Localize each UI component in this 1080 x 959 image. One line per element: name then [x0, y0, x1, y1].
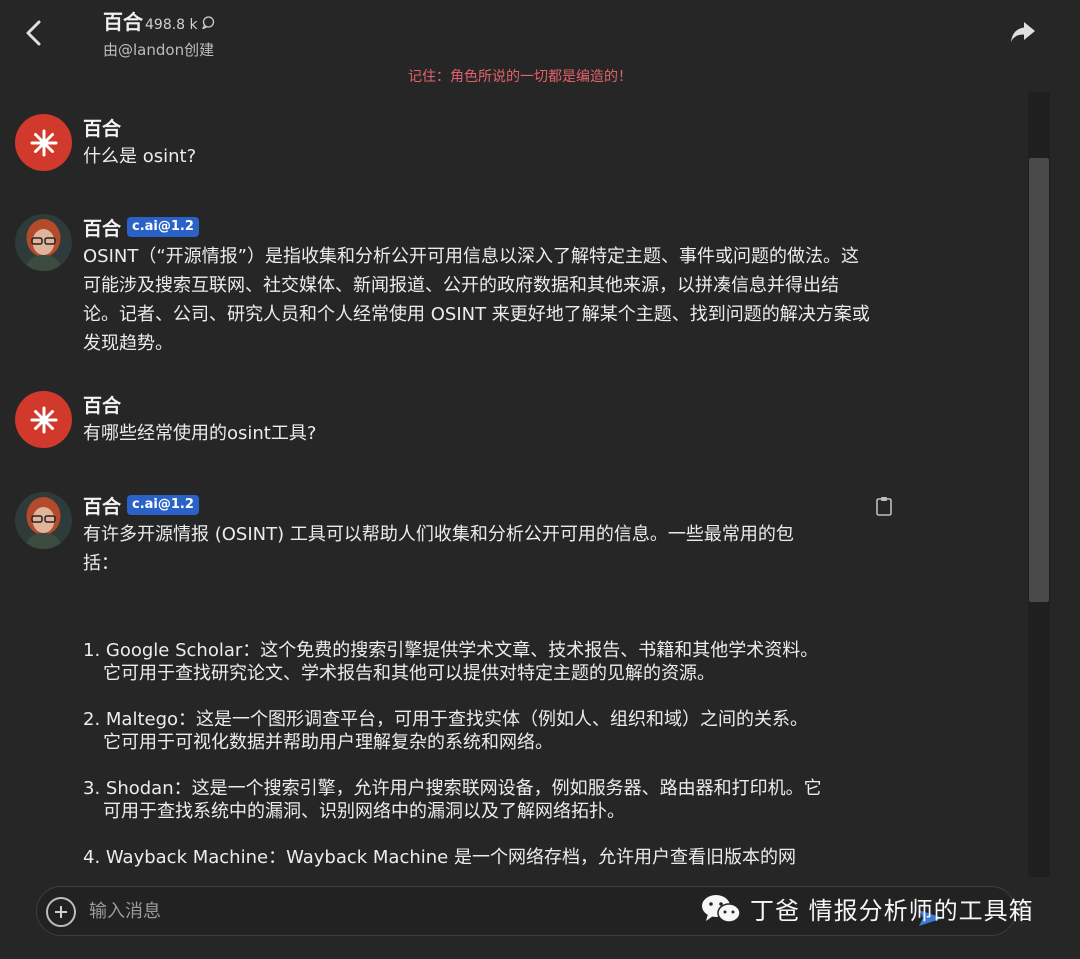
character-portrait-icon [15, 492, 72, 549]
character-avatar[interactable] [15, 214, 72, 271]
chat-count: 498.8 k [145, 17, 198, 33]
model-badge: c.ai@1.2 [127, 495, 199, 515]
clipboard-icon [876, 497, 892, 516]
share-icon [1011, 22, 1035, 42]
share-button[interactable] [1008, 18, 1038, 46]
chevron-left-icon [26, 20, 41, 46]
message-text: 有哪些经常使用的osint工具? [83, 423, 317, 444]
list-item: 3. Shodan：这是一个搜索引擎，允许用户搜索联网设备，例如服务器、路由器和… [83, 778, 822, 822]
chat-header: 百合 498.8 k 由@landon创建 记住：角色所说的一切都是编造的！ [0, 0, 1080, 92]
starburst-icon [30, 406, 57, 433]
disclaimer-text: 记住：角色所说的一切都是编造的！ [408, 69, 632, 85]
wechat-icon [702, 894, 741, 923]
chat-bubble-icon [201, 16, 214, 29]
copy-button[interactable] [875, 496, 893, 516]
message-text: OSINT（“开源情报”）是指收集和分析公开可用信息以深入了解特定主题、事件或问… [83, 246, 870, 354]
sender-name: 百合 [83, 394, 122, 417]
message-text: 有许多开源情报 (OSINT) 工具可以帮助人们收集和分析公开可用的信息。一些最… [83, 524, 794, 574]
add-button[interactable] [46, 897, 76, 927]
character-info: 百合 498.8 k 由@landon创建 [103, 6, 215, 60]
message-input[interactable] [89, 895, 689, 927]
scrollbar-thumb[interactable] [1029, 158, 1049, 602]
input-bar: 丁爸 情报分析师的工具箱 [0, 877, 1080, 959]
list-item: 4. Wayback Machine：Wayback Machine 是一个网络… [83, 847, 796, 868]
starburst-icon [30, 129, 57, 156]
list-item: 1. Google Scholar：这个免费的搜索引擎提供学术文章、技术报告、书… [83, 640, 819, 684]
model-badge: c.ai@1.2 [127, 217, 199, 237]
list-item: 2. Maltego：这是一个图形调查平台，可用于查找实体（例如人、组织和域）之… [83, 709, 809, 753]
sender-name: 百合 [83, 217, 122, 240]
tool-list: 1. Google Scholar：这个免费的搜索引擎提供学术文章、技术报告、书… [83, 639, 823, 869]
sender-name: 百合 [83, 117, 122, 140]
character-name[interactable]: 百合 [103, 6, 143, 35]
sender-name: 百合 [83, 495, 122, 518]
character-avatar[interactable] [15, 492, 72, 549]
plus-icon [55, 906, 67, 918]
creator-label[interactable]: 由@landon创建 [103, 39, 215, 60]
watermark: 丁爸 情报分析师的工具箱 [700, 891, 1034, 926]
character-portrait-icon [15, 214, 72, 271]
watermark-text: 丁爸 情报分析师的工具箱 [750, 897, 1034, 925]
user-avatar[interactable] [15, 391, 72, 448]
back-button[interactable] [18, 16, 48, 50]
user-avatar[interactable] [15, 114, 72, 171]
message-text: 什么是 osint? [83, 146, 197, 167]
